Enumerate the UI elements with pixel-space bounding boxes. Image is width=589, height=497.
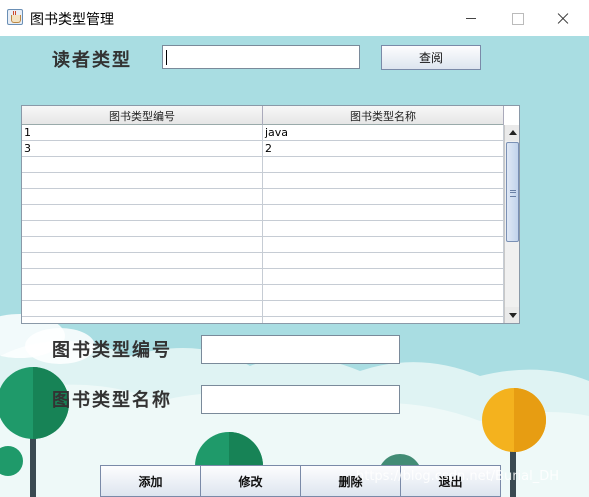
cell-type-id[interactable]: [22, 317, 263, 323]
watermark: https://blog.csdn.net/Burial_DH: [356, 469, 560, 484]
cell-type-name[interactable]: java: [263, 125, 504, 140]
table-row[interactable]: [22, 269, 504, 285]
vertical-scrollbar[interactable]: [504, 125, 519, 323]
table-row[interactable]: [22, 173, 504, 189]
type-name-label: 图书类型名称: [52, 390, 172, 411]
cell-type-name[interactable]: [263, 173, 504, 188]
table-row[interactable]: [22, 253, 504, 269]
cell-type-name[interactable]: [263, 269, 504, 284]
minimize-button[interactable]: [448, 0, 494, 36]
edit-button[interactable]: 修改: [200, 465, 301, 497]
text-caret: [166, 50, 167, 65]
cell-type-id[interactable]: [22, 205, 263, 220]
cell-type-id[interactable]: [22, 301, 263, 316]
maximize-button[interactable]: [494, 0, 540, 36]
java-cup-icon: [7, 9, 23, 25]
cell-type-id[interactable]: [22, 253, 263, 268]
cell-type-name[interactable]: [263, 317, 504, 323]
cell-type-id[interactable]: [22, 237, 263, 252]
cell-type-name[interactable]: [263, 237, 504, 252]
table-row[interactable]: [22, 285, 504, 301]
close-button[interactable]: [540, 0, 586, 36]
cell-type-id[interactable]: [22, 157, 263, 172]
reader-type-input[interactable]: [162, 45, 360, 69]
window-title: 图书类型管理: [30, 12, 114, 28]
table-row[interactable]: [22, 221, 504, 237]
content-pane: 读者类型 查阅 图书类型编号 图书类型名称 1 java 32 图书类型编号 图…: [0, 36, 589, 497]
book-type-window: 图书类型管理 读者类型 查阅 图书类型编号 图书类型名称 1 java 3 2 …: [0, 0, 589, 497]
scroll-up-arrow-icon[interactable]: [505, 125, 519, 141]
cell-type-name[interactable]: 2: [263, 141, 504, 156]
table-row[interactable]: [22, 317, 504, 323]
table-row[interactable]: [22, 301, 504, 317]
table-row[interactable]: [22, 205, 504, 221]
cell-type-id[interactable]: [22, 269, 263, 284]
reader-type-label: 读者类型: [52, 50, 132, 71]
cell-type-name[interactable]: [263, 189, 504, 204]
column-header-type-id[interactable]: 图书类型编号: [22, 106, 263, 125]
table-header: 图书类型编号 图书类型名称: [22, 106, 504, 125]
title-bar: 图书类型管理: [0, 0, 589, 36]
cell-type-name[interactable]: [263, 301, 504, 316]
cell-type-id[interactable]: [22, 221, 263, 236]
cell-type-name[interactable]: [263, 205, 504, 220]
table-row[interactable]: [22, 157, 504, 173]
scroll-thumb[interactable]: [506, 142, 519, 242]
search-button[interactable]: 查阅: [381, 45, 481, 70]
add-button[interactable]: 添加: [100, 465, 201, 497]
cell-type-name[interactable]: [263, 285, 504, 300]
book-type-table[interactable]: 图书类型编号 图书类型名称 1 java 32: [21, 105, 520, 324]
column-header-type-name[interactable]: 图书类型名称: [263, 106, 504, 125]
cell-type-id[interactable]: [22, 285, 263, 300]
scroll-down-arrow-icon[interactable]: [505, 307, 519, 323]
table-row[interactable]: 32: [22, 141, 504, 157]
table-body: 1 java 32: [22, 125, 504, 323]
cell-type-name[interactable]: [263, 221, 504, 236]
type-name-input[interactable]: [201, 385, 400, 414]
cell-type-name[interactable]: [263, 157, 504, 172]
cell-type-id[interactable]: [22, 189, 263, 204]
cell-type-id[interactable]: 3: [22, 141, 263, 156]
type-id-label: 图书类型编号: [52, 340, 172, 361]
table-row[interactable]: [22, 189, 504, 205]
cell-type-id[interactable]: [22, 173, 263, 188]
table-row[interactable]: 1 java: [22, 125, 504, 141]
cell-type-name[interactable]: [263, 253, 504, 268]
type-id-input[interactable]: [201, 335, 400, 364]
table-row[interactable]: [22, 237, 504, 253]
cell-type-id[interactable]: 1: [22, 125, 263, 140]
